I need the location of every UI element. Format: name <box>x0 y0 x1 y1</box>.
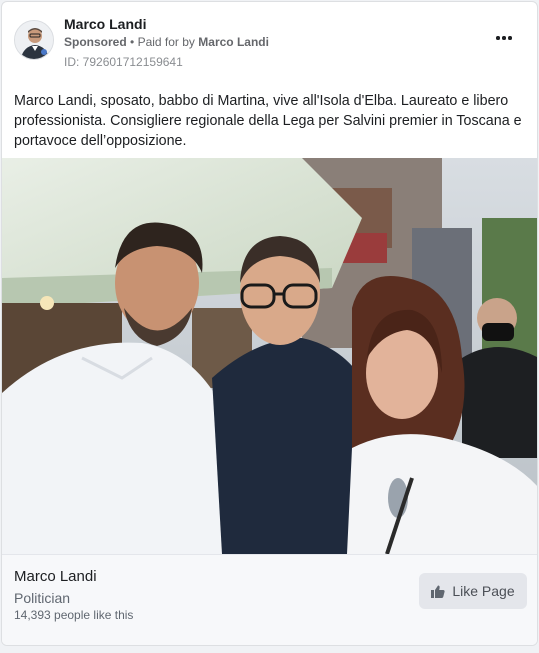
meta-separator: • <box>130 35 135 49</box>
sponsored-label: Sponsored <box>64 35 127 49</box>
ad-footer: Marco Landi Politician 14,393 people lik… <box>2 554 537 645</box>
ad-card: Marco Landi Sponsored • Paid for by Marc… <box>1 1 538 646</box>
footer-page-category: Politician <box>14 590 71 606</box>
like-page-button[interactable]: Like Page <box>419 573 527 609</box>
like-page-label: Like Page <box>452 583 515 599</box>
ad-header: Marco Landi Sponsored • Paid for by Marc… <box>2 2 537 82</box>
ad-id: ID: 792601712159641 <box>64 55 183 69</box>
page-name-link[interactable]: Marco Landi <box>64 16 146 32</box>
thumbs-up-icon <box>431 585 445 598</box>
post-text: Marco Landi, sposato, babbo di Martina, … <box>14 93 522 149</box>
paid-for-prefix: Paid for by <box>137 35 195 49</box>
paid-for-by-name[interactable]: Marco Landi <box>198 35 269 49</box>
ad-photo-image <box>2 158 537 554</box>
avatar-image <box>15 21 53 59</box>
footer-page-name[interactable]: Marco Landi <box>14 568 97 585</box>
page-avatar[interactable] <box>14 20 54 60</box>
more-options-icon[interactable] <box>495 30 515 46</box>
sponsored-meta: Sponsored • Paid for by Marco Landi <box>64 35 269 49</box>
ad-photo[interactable] <box>2 158 537 554</box>
footer-like-count: 14,393 people like this <box>14 608 134 622</box>
